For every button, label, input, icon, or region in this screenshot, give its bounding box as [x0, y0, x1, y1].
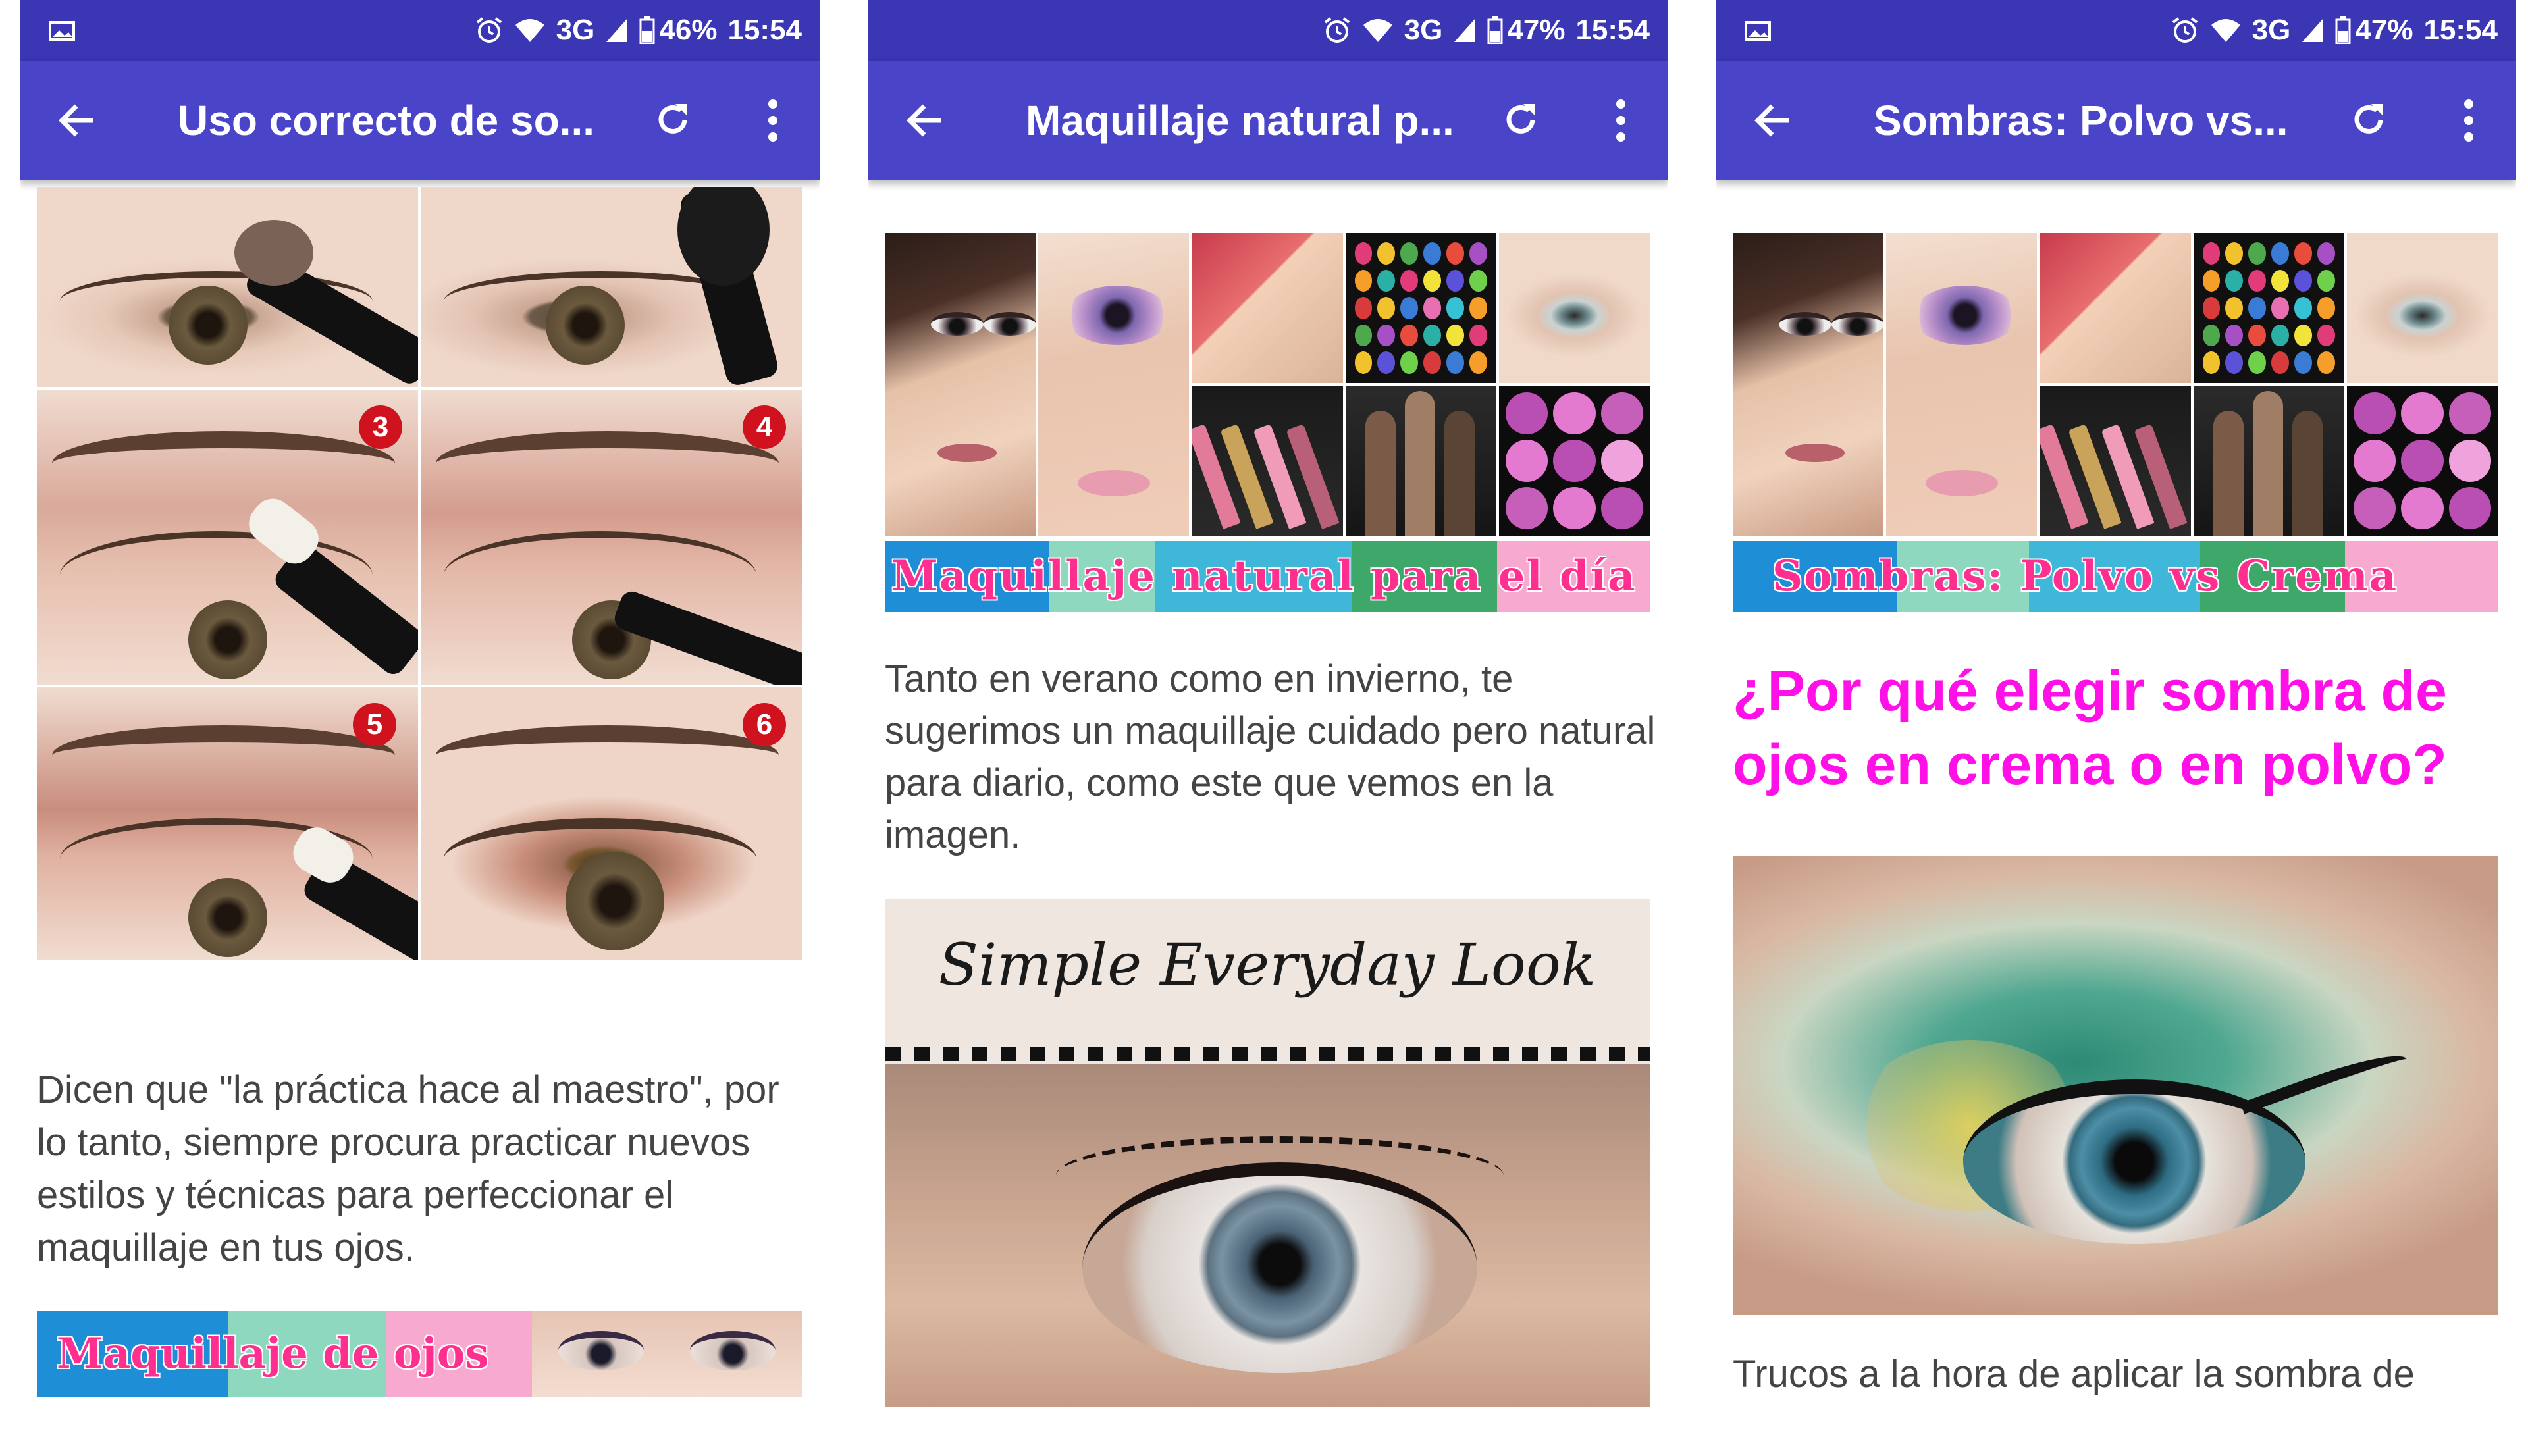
collage-lipstick-photo: [1192, 386, 1343, 536]
collage-palette-photo: [1345, 233, 1496, 383]
refresh-icon[interactable]: [1500, 99, 1542, 141]
refresh-icon[interactable]: [2348, 99, 2390, 141]
article-content[interactable]: Maquillaje natural para el día Tanto en …: [868, 180, 1668, 1456]
status-bar: 3G 47% 15:54: [868, 0, 1668, 61]
clock: 15:54: [727, 14, 802, 46]
clock: 15:54: [1575, 14, 1650, 46]
app-bar: Uso correcto de so...: [20, 61, 820, 180]
arrow-back-icon[interactable]: [905, 101, 944, 140]
article-paragraph: Tanto en verano como en invierno, te sug…: [885, 658, 1656, 856]
collage-brush-photo: [1192, 233, 1343, 383]
makeup-collage-image: [1733, 233, 2498, 536]
more-vert-icon[interactable]: [765, 97, 781, 143]
gallery-icon: [1745, 21, 1771, 41]
article-content[interactable]: 3 4 5 6 Dicen que "la práctica hace al m…: [20, 180, 820, 1456]
phone-screen-3: 3G 47% 15:54 Sombras: Polvo vs... Sombra…: [1716, 0, 2516, 1456]
step-6-photo: 6: [421, 687, 802, 960]
status-bar: 3G 46% 15:54: [20, 0, 820, 61]
page-title: Sombras: Polvo vs...: [1874, 97, 2288, 144]
banner-title: Maquillaje de ojos: [57, 1329, 489, 1378]
collage-brush-photo: [2040, 233, 2191, 383]
battery-icon: [2335, 16, 2351, 44]
battery-percent: 46%: [659, 14, 718, 46]
eyeshadow-steps-image: 3 4 5 6: [37, 187, 802, 960]
collage-brushes-photo: [2193, 386, 2344, 536]
refresh-icon[interactable]: [652, 99, 694, 141]
step-4-photo: 4: [421, 390, 802, 685]
battery-percent: 47%: [2355, 14, 2413, 46]
collage-face-photo: [885, 233, 1036, 536]
step-5-photo: 5: [37, 687, 418, 960]
collage-gray-eye-photo: [2346, 233, 2498, 383]
step-badge: 5: [353, 703, 396, 746]
collage-palette-photo: [2193, 233, 2344, 383]
battery-icon: [639, 16, 655, 44]
article-content[interactable]: Sombras: Polvo vs Crema ¿Por qué elegir …: [1716, 180, 2516, 1456]
network-type: 3G: [2252, 14, 2291, 46]
eye-makeup-banner[interactable]: Maquillaje de ojos: [37, 1311, 802, 1397]
battery-percent: 47%: [1507, 14, 1566, 46]
network-type: 3G: [556, 14, 595, 46]
battery-icon: [1487, 16, 1503, 44]
collage-pink-palette-photo: [2346, 386, 2498, 536]
makeup-collage-image: [885, 233, 1650, 536]
phone-screen-2: 3G 47% 15:54 Maquillaje natural p... Maq…: [868, 0, 1668, 1456]
network-type: 3G: [1404, 14, 1443, 46]
banner-title: Maquillaje natural para el día: [891, 552, 1637, 601]
page-title: Uso correcto de so...: [178, 97, 595, 144]
banner-eyes-photo: [532, 1311, 802, 1397]
gallery-icon: [49, 21, 75, 41]
collage-purple-eye-photo: [1038, 233, 1190, 536]
step-1-photo: [37, 187, 418, 387]
step-badge: 3: [359, 405, 402, 449]
collage-brushes-photo: [1345, 386, 1496, 536]
everyday-look-photo: Simple Everyday Look: [885, 899, 1650, 1407]
photo-caption: Simple Everyday Look: [938, 931, 1596, 999]
wifi-icon: [515, 19, 544, 42]
article-paragraph: Trucos a la hora de aplicar la sombra de: [1733, 1353, 2415, 1395]
collage-pink-palette-photo: [1498, 386, 1650, 536]
step-3-photo: 3: [37, 390, 418, 685]
step-2-photo: [421, 187, 802, 387]
signal-icon: [606, 18, 628, 42]
alarm-icon: [1324, 17, 1350, 43]
wifi-icon: [2211, 19, 2240, 42]
collage-purple-eye-photo: [1886, 233, 2038, 536]
step-badge: 4: [743, 405, 786, 449]
signal-icon: [1454, 18, 1476, 42]
green-eyeshadow-photo: [1733, 856, 2498, 1315]
app-bar: Maquillaje natural p...: [868, 61, 1668, 180]
arrow-back-icon[interactable]: [1752, 101, 1792, 140]
powder-vs-cream-banner: Sombras: Polvo vs Crema: [1733, 541, 2498, 612]
collage-face-photo: [1733, 233, 1884, 536]
more-vert-icon[interactable]: [2461, 97, 2477, 143]
alarm-icon: [476, 17, 502, 43]
app-bar: Sombras: Polvo vs...: [1716, 61, 2516, 180]
banner-title: Sombras: Polvo vs Crema: [1772, 552, 2398, 601]
natural-makeup-banner: Maquillaje natural para el día: [885, 541, 1650, 612]
status-bar: 3G 47% 15:54: [1716, 0, 2516, 61]
arrow-back-icon[interactable]: [57, 101, 96, 140]
article-paragraph: Dicen que "la práctica hace al maestro",…: [37, 1068, 779, 1269]
collage-lipstick-photo: [2040, 386, 2191, 536]
wifi-icon: [1363, 19, 1392, 42]
phone-screen-1: 3G 46% 15:54 Uso correcto de so... 3 4 5…: [20, 0, 820, 1456]
alarm-icon: [2172, 17, 2198, 43]
collage-gray-eye-photo: [1498, 233, 1650, 383]
clock: 15:54: [2423, 14, 2498, 46]
article-heading: ¿Por qué elegir sombra de ojos en crema …: [1733, 660, 2447, 796]
page-title: Maquillaje natural p...: [1026, 97, 1454, 144]
more-vert-icon[interactable]: [1613, 97, 1629, 143]
step-badge: 6: [743, 703, 786, 746]
signal-icon: [2302, 18, 2324, 42]
